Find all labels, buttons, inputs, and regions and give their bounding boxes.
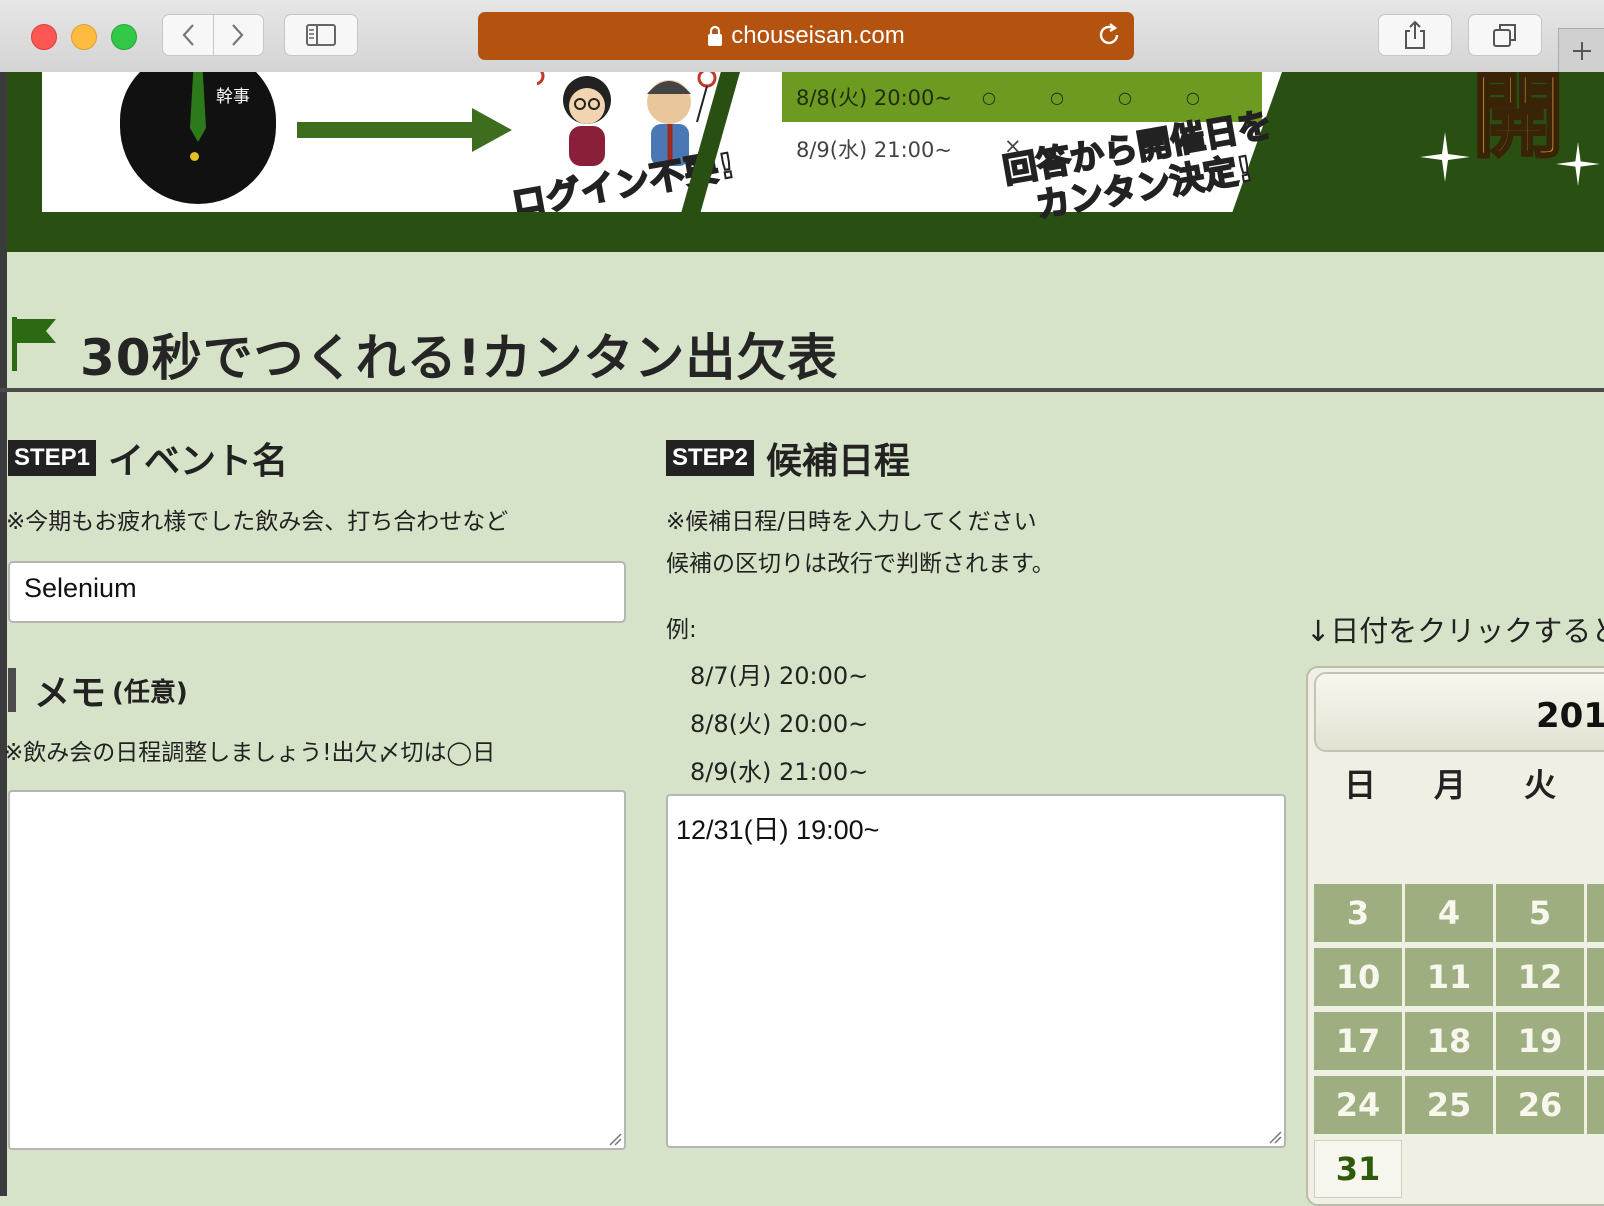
event-name-input[interactable]: Selenium (8, 561, 626, 623)
calendar-day[interactable]: 3 (1314, 884, 1402, 942)
memo-heading-bar (8, 668, 16, 712)
lock-icon (707, 25, 723, 47)
minimize-window-button[interactable] (71, 24, 97, 50)
share-icon (1405, 20, 1425, 49)
close-window-button[interactable] (31, 24, 57, 50)
calendar-day[interactable]: 19 (1496, 1012, 1584, 1070)
back-button[interactable] (163, 15, 214, 55)
reload-icon[interactable] (1096, 22, 1122, 48)
weekday-monday: 月 (1434, 766, 1467, 804)
example-date: 8/9(水) 21:00~ (690, 758, 869, 786)
calendar-header: 2017 (1314, 672, 1604, 752)
calendar-day-partial[interactable] (1587, 948, 1604, 1006)
calendar-day[interactable]: 5 (1496, 884, 1584, 942)
calendar-year: 2017 (1536, 696, 1604, 736)
memo-optional-label: (任意) (112, 677, 188, 708)
sparkle-icon (1420, 132, 1470, 186)
step1-heading: STEP1 イベント名 (8, 432, 288, 484)
sample-row-date: 8/9(水) 21:00~ (796, 138, 952, 162)
calendar-day[interactable]: 25 (1405, 1076, 1493, 1134)
page-title: 30秒でつくれる!カンタン出欠表 (80, 329, 839, 387)
sample-row-date: 8/8(火) 20:00~ (796, 86, 952, 110)
tie-shape (190, 72, 206, 142)
step2-heading: STEP2 候補日程 (666, 432, 910, 484)
resize-handle-icon[interactable] (608, 1132, 622, 1146)
calendar-day-partial[interactable] (1587, 1012, 1604, 1070)
calendar-day[interactable]: 24 (1314, 1076, 1402, 1134)
event-name-heading: イベント名 (108, 441, 289, 482)
memo-title: メモ (34, 673, 107, 714)
example-label: 例: (666, 617, 697, 643)
calendar-day-partial[interactable] (1587, 1076, 1604, 1134)
step1-badge: STEP1 (8, 440, 97, 476)
zoom-window-button[interactable] (111, 24, 137, 50)
sidebar-toggle-button[interactable] (284, 14, 358, 56)
candidate-dates-hint: ※候補日程/日時を入力してください (666, 509, 1037, 535)
show-tabs-button[interactable] (1468, 14, 1542, 56)
memo-textarea[interactable] (8, 790, 626, 1150)
candidate-dates-textarea[interactable]: 12/31(日) 19:00~ (666, 794, 1286, 1148)
forward-button[interactable] (214, 15, 264, 55)
sample-schedule-row: 8/8(火) 20:00~ ○ ○ ○ ○ (782, 72, 1262, 122)
calendar-day[interactable]: 18 (1405, 1012, 1493, 1070)
plus-icon (1573, 42, 1591, 60)
event-name-hint: ※今期もお疲れ様でした飲み会、打ち合わせなど (6, 509, 509, 535)
new-tab-button[interactable] (1558, 28, 1604, 73)
arrow-shaft (297, 122, 477, 138)
address-bar[interactable]: chouseisan.com (478, 12, 1134, 60)
calendar-day[interactable]: 10 (1314, 948, 1402, 1006)
example-date: 8/7(月) 20:00~ (690, 662, 869, 690)
manager-badge: 幹事 (216, 87, 250, 107)
calendar-day[interactable]: 11 (1405, 948, 1493, 1006)
sample-schedule-row: 8/9(水) 21:00~ × (796, 134, 1022, 164)
share-button[interactable] (1378, 14, 1452, 56)
weekday-sunday: 日 (1344, 766, 1377, 804)
tabs-overview-icon (1493, 24, 1516, 47)
flag-icon (12, 317, 56, 371)
date-picker-calendar: 2017 日 月 火 3 4 5 10 11 12 17 18 19 24 25… (1306, 666, 1604, 1206)
sample-mark: ○ (1185, 87, 1200, 107)
candidate-dates-heading: 候補日程 (766, 441, 911, 482)
sample-mark: ○ (1117, 87, 1132, 107)
memo-heading: メモ (任意) (8, 664, 188, 716)
calendar-day[interactable]: 12 (1496, 948, 1584, 1006)
url-text: chouseisan.com (731, 22, 905, 49)
example-date: 8/8(火) 20:00~ (690, 710, 869, 738)
sample-mark: ○ (1049, 87, 1064, 107)
weekday-tuesday: 火 (1524, 766, 1557, 804)
candidate-dates-hint: 候補の区切りは改行で判断されます。 (666, 551, 1055, 577)
chevron-left-icon (182, 24, 194, 46)
sparkle-icon (1556, 142, 1600, 190)
resize-handle-icon[interactable] (1268, 1130, 1282, 1144)
hero-banner: 幹事 ログイン不要! 8/8(火) 20:00~ ○ ○ ○ ○ 8/9(水) … (0, 72, 1604, 252)
left-window-edge (0, 72, 7, 1196)
history-nav-group (162, 14, 264, 56)
button-dot (190, 152, 199, 161)
calendar-day-partial[interactable] (1587, 884, 1604, 942)
memo-hint: ※飲み会の日程調整しましょう!出欠〆切は◯日 (4, 740, 496, 766)
title-divider (0, 388, 1604, 392)
calendar-day[interactable]: 17 (1314, 1012, 1402, 1070)
arrow-right-icon (472, 108, 512, 152)
step2-badge: STEP2 (666, 440, 755, 476)
sample-mark: ○ (982, 87, 996, 107)
chevron-right-icon (232, 24, 244, 46)
calendar-day-selected[interactable]: 31 (1314, 1140, 1402, 1198)
calendar-day[interactable]: 26 (1496, 1076, 1584, 1134)
sidebar-icon (306, 24, 336, 46)
candidate-dates-text: 12/31(日) 19:00~ (676, 815, 880, 845)
calendar-hint: ↓日付をクリックすると (1306, 614, 1604, 648)
page-title-row: 30秒でつくれる!カンタン出欠表 (0, 310, 1604, 390)
calendar-day[interactable]: 4 (1405, 884, 1493, 942)
browser-toolbar: chouseisan.com (0, 0, 1604, 73)
manager-illustration: 幹事 (120, 72, 276, 204)
sample-row-marks: ○ ○ ○ ○ (982, 88, 1200, 107)
